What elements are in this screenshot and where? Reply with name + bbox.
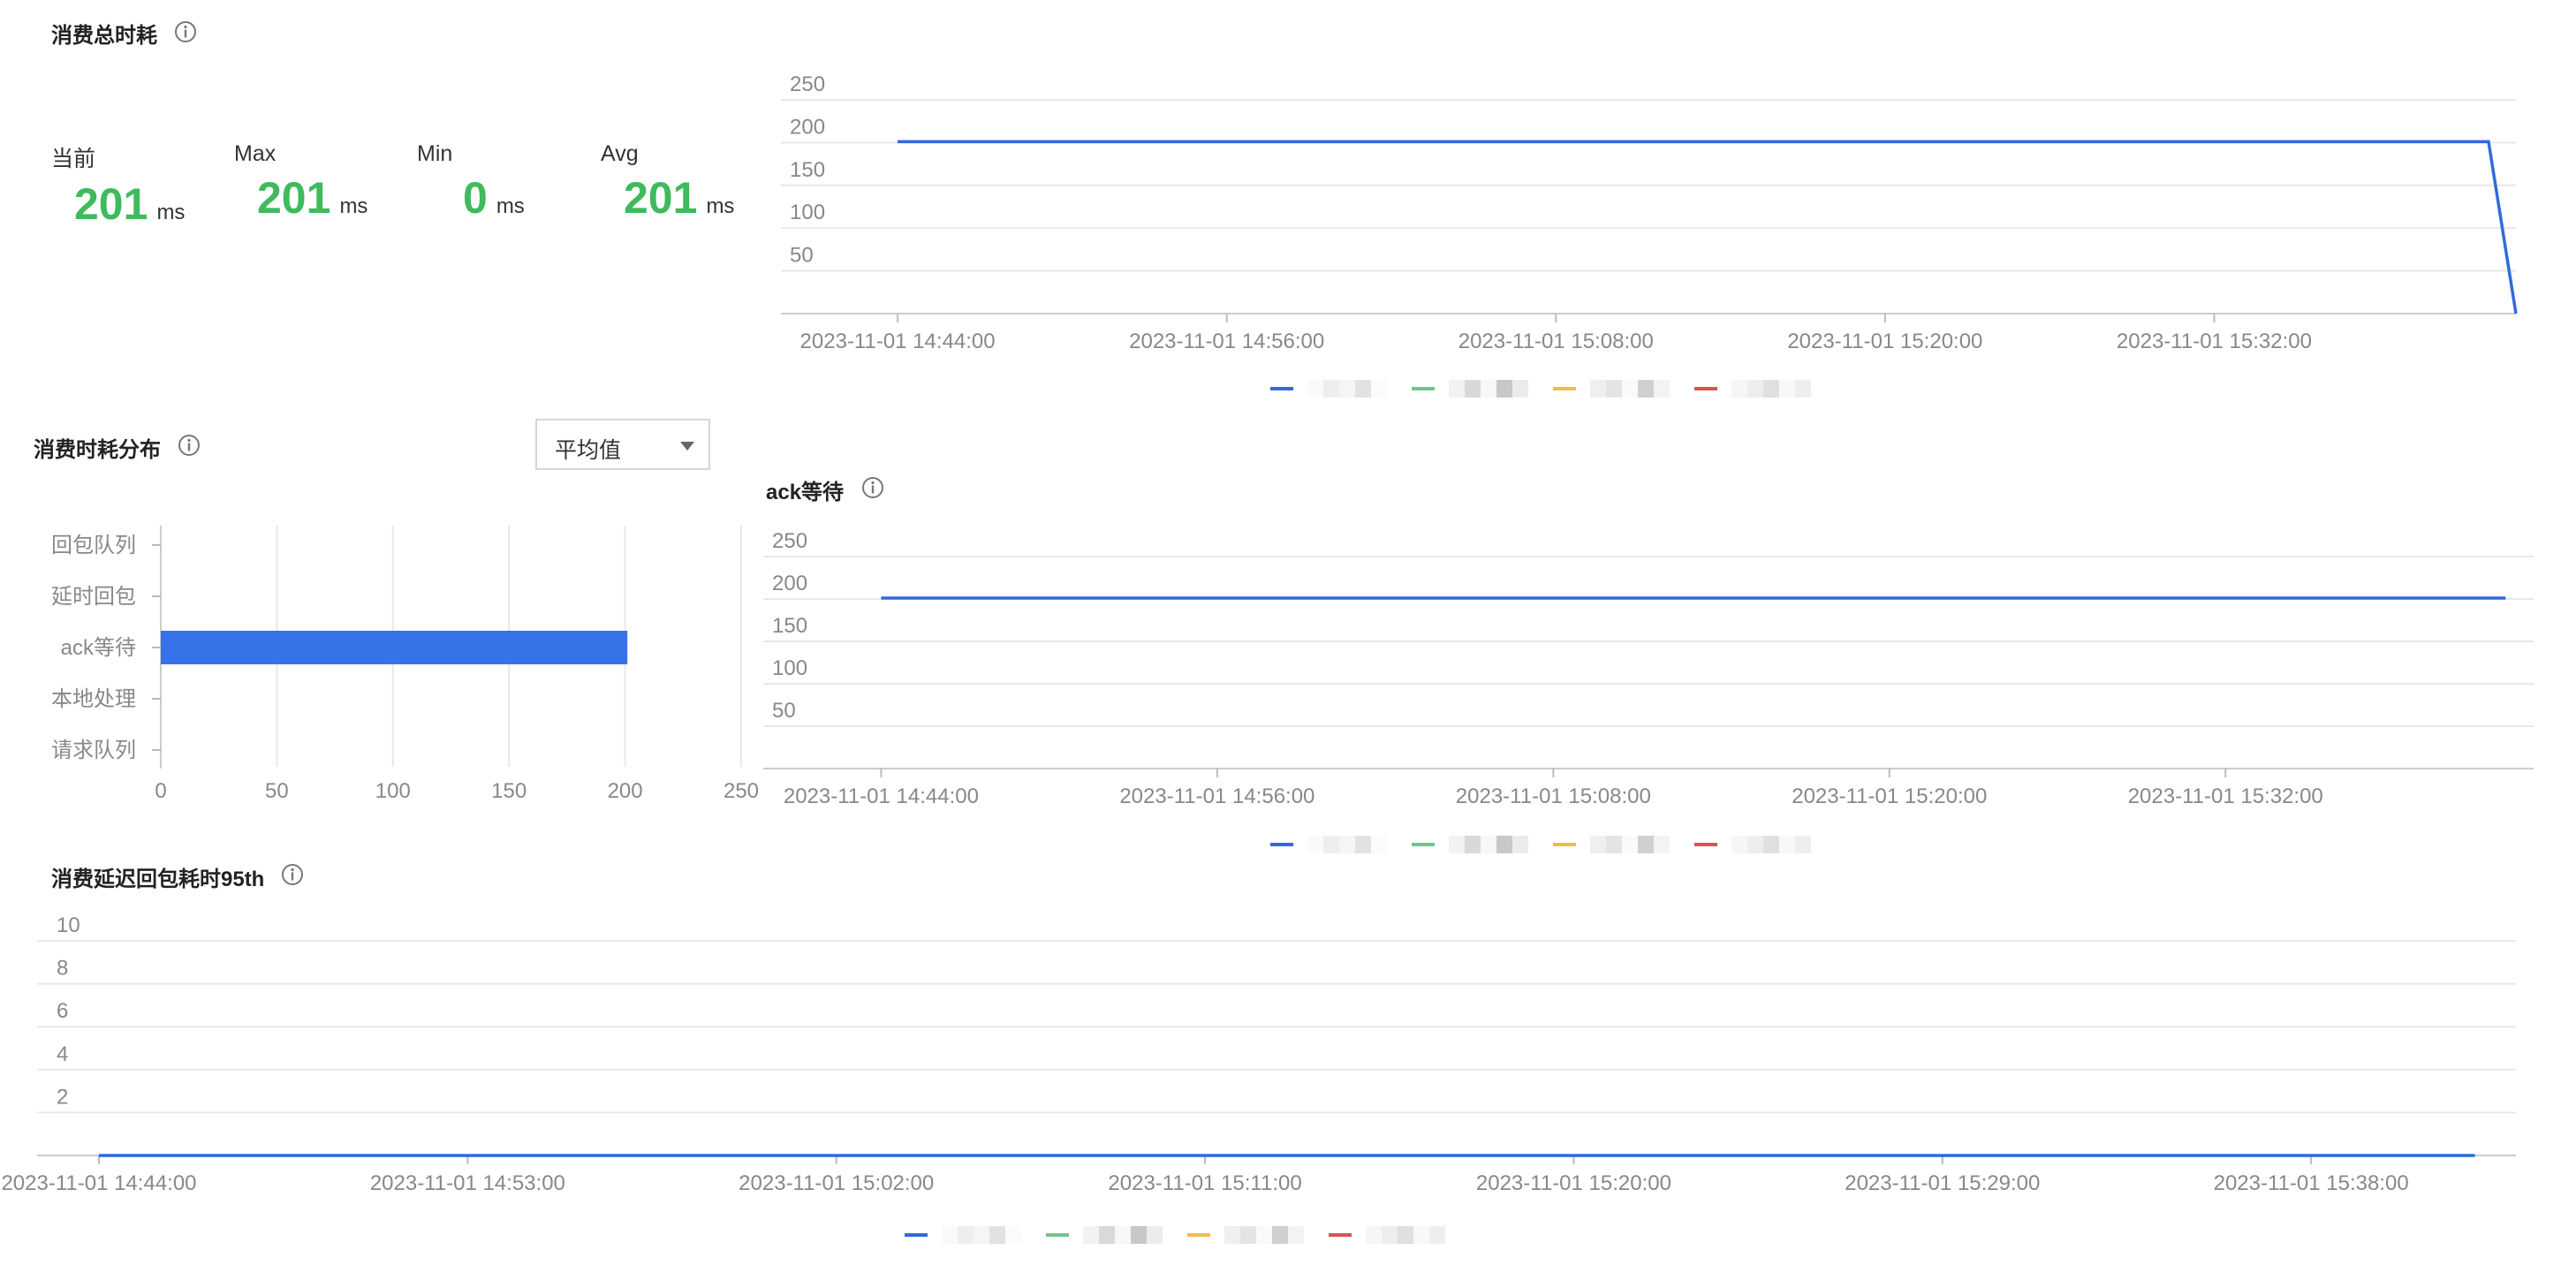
legend-item[interactable] [1329,1226,1445,1244]
redacted-series-name [1590,836,1670,853]
legend-swatch [1553,843,1576,846]
y-tick-label: 10 [57,913,80,937]
legend-item[interactable] [1270,380,1387,398]
legend-item[interactable] [1553,836,1670,853]
legend-swatch [905,1233,928,1237]
legend-item[interactable] [1412,380,1528,398]
legend [905,1226,1470,1244]
p95-line-chart: 2 4 6 8 10 2023-11-01 14:44:00 2023-11-01 14:5… [1,913,2516,1195]
legend-item[interactable] [1046,1226,1163,1244]
y-tick-label: 2 [57,1085,68,1109]
y-tick-label: 4 [57,1042,68,1066]
redacted-series-name [1449,380,1528,398]
redacted-series-name [1307,836,1387,853]
redacted-series-name [1224,1226,1304,1244]
y-tick-label: 8 [57,957,68,981]
x-tick-label: 2023-11-01 14:53:00 [370,1171,565,1195]
legend-swatch [1187,1233,1210,1237]
legend-swatch [1329,1233,1352,1237]
legend-item[interactable] [1270,836,1387,853]
x-tick-label: 2023-11-01 15:11:00 [1108,1171,1301,1195]
legend-item[interactable] [1694,836,1811,853]
legend [1270,836,1836,853]
redacted-series-name [1307,380,1387,398]
x-tick-label: 2023-11-01 14:44:00 [1,1171,196,1195]
x-tick-label: 2023-11-01 15:38:00 [2214,1171,2409,1195]
redacted-series-name [1083,1226,1163,1244]
redacted-series-name [1590,380,1670,398]
x-tick-label: 2023-11-01 15:29:00 [1845,1171,2040,1195]
y-tick-label: 6 [57,999,68,1023]
legend-swatch [1270,387,1293,390]
legend-swatch [1694,843,1717,846]
redacted-series-name [1731,380,1811,398]
x-tick-label: 2023-11-01 15:20:00 [1476,1171,1671,1195]
redacted-series-name [1731,836,1811,853]
legend-item[interactable] [1553,380,1670,398]
legend-item[interactable] [1694,380,1811,398]
x-tick-label: 2023-11-01 15:02:00 [739,1171,934,1195]
legend-item[interactable] [1412,836,1528,853]
legend-swatch [1046,1233,1069,1237]
legend-item[interactable] [905,1226,1021,1244]
redacted-series-name [942,1226,1021,1244]
legend-swatch [1694,387,1717,390]
redacted-series-name [1366,1226,1445,1244]
legend-swatch [1412,387,1435,390]
legend-swatch [1553,387,1576,390]
legend [1270,380,1836,398]
legend-swatch [1270,843,1293,846]
legend-item[interactable] [1187,1226,1304,1244]
legend-swatch [1412,843,1435,846]
redacted-series-name [1449,836,1528,853]
